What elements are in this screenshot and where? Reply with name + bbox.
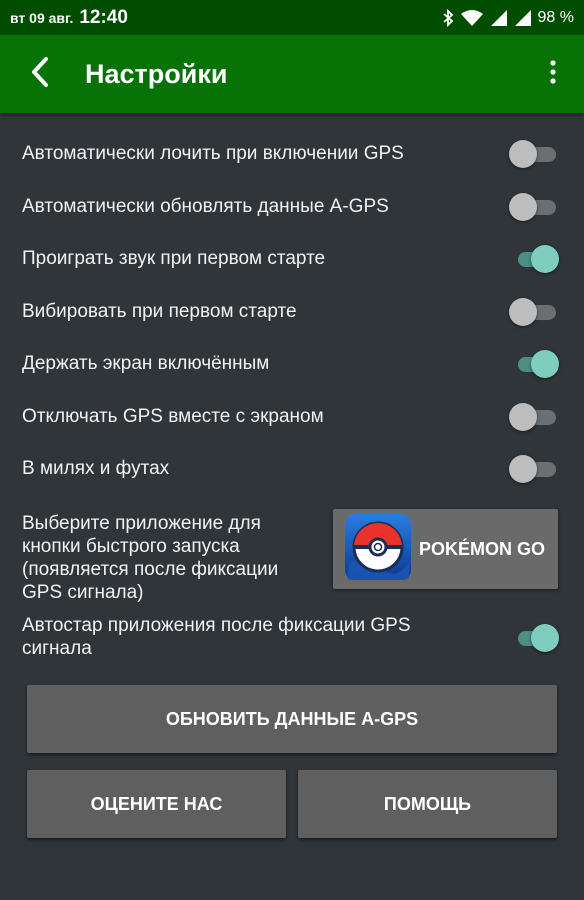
setting-gps-off-with-screen: Отключать GPS вместе с экраном <box>0 391 584 444</box>
status-date: вт 09 авг. <box>10 9 74 26</box>
setting-label: Автостар приложения после фиксации GPS с… <box>22 615 411 659</box>
status-icons: 98 % <box>442 8 574 27</box>
help-button[interactable]: ПОМОЩЬ <box>298 770 557 838</box>
setting-auto-lock-gps: Автоматически лочить при включении GPS <box>0 128 584 181</box>
app-bar: Настройки <box>0 35 584 113</box>
setting-label: Автоматически обновлять данные A-GPS <box>22 195 389 217</box>
signal-icon <box>514 9 532 27</box>
overflow-menu-button[interactable] <box>540 51 566 97</box>
toggle-switch[interactable] <box>509 297 557 326</box>
setting-label: В милях и футах <box>22 458 170 480</box>
pokeball-icon <box>333 513 411 585</box>
setting-vibrate: Вибировать при первом старте <box>0 286 584 339</box>
battery-level: 98 % <box>537 8 574 26</box>
chevron-left-icon <box>31 56 49 93</box>
setting-play-sound: Проиграть звук при первом старте <box>0 233 584 286</box>
quick-launch-label: Выберите приложение для кнопки быстрого … <box>22 513 279 603</box>
setting-label: Держать экран включённым <box>22 353 270 375</box>
update-agps-button[interactable]: ОБНОВИТЬ ДАННЫЕ A-GPS <box>27 685 557 753</box>
toggle-switch[interactable] <box>509 455 557 484</box>
quick-launch-app-button[interactable]: POKÉMON GO <box>333 509 558 589</box>
status-bar: вт 09 авг. 12:40 98 % <box>0 0 584 35</box>
setting-miles-feet: В милях и футах <box>0 443 584 496</box>
back-button[interactable] <box>17 51 63 97</box>
bluetooth-icon <box>442 8 454 27</box>
setting-auto-update-agps: Автоматически обновлять данные A-GPS <box>0 181 584 234</box>
setting-label: Вибировать при первом старте <box>22 300 297 322</box>
toggle-switch[interactable] <box>513 245 559 274</box>
more-vert-icon <box>550 59 556 89</box>
status-time: 12:40 <box>79 6 128 28</box>
toggle-switch[interactable] <box>509 402 557 431</box>
setting-autostart-app: Автостар приложения после фиксации GPS с… <box>0 614 584 664</box>
rate-us-button[interactable]: ОЦЕНИТЕ НАС <box>27 770 286 838</box>
toggle-switch[interactable] <box>509 140 557 169</box>
setting-label: Автоматически лочить при включении GPS <box>22 143 404 165</box>
wifi-icon <box>460 9 484 27</box>
setting-label: Отключать GPS вместе с экраном <box>22 405 324 427</box>
toggle-switch[interactable] <box>509 192 557 221</box>
setting-label: Проиграть звук при первом старте <box>22 248 326 270</box>
quick-launch-setting: Выберите приложение для кнопки быстрого … <box>0 509 584 605</box>
toggle-switch[interactable] <box>513 624 559 652</box>
setting-keep-screen-on: Держать экран включённым <box>0 338 584 391</box>
settings-list: Автоматически лочить при включении GPS А… <box>0 128 584 496</box>
page-title: Настройки <box>85 58 228 89</box>
quick-launch-app-name: POKÉMON GO <box>419 538 546 559</box>
signal-icon <box>490 9 508 27</box>
toggle-switch[interactable] <box>513 350 559 379</box>
